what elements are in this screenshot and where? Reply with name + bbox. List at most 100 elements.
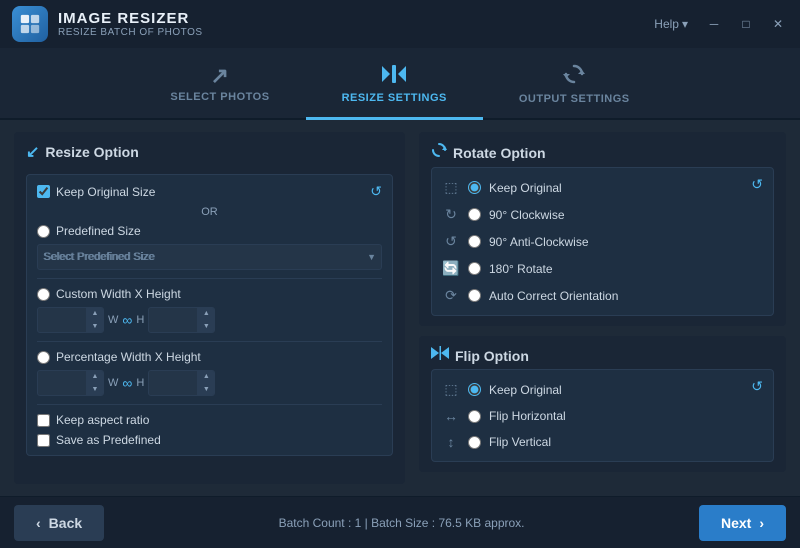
title-text-group: IMAGE RESIZER RESIZE BATCH OF PHOTOS — [58, 10, 203, 38]
rotate-options-box: ⬚ Keep Original ↻ 90° Clockwise ↺ — [431, 167, 774, 316]
maximize-button[interactable]: □ — [732, 10, 760, 38]
w-label: W — [108, 314, 118, 326]
rotate-keep-original-radio[interactable] — [468, 181, 481, 194]
custom-wh-inputs: 864 ▲ ▼ W ∞ H 490 ▲ ▼ — [37, 307, 382, 333]
resize-reset-button[interactable]: ↺ — [370, 183, 382, 200]
keep-original-row: Keep Original Size ↺ — [37, 183, 382, 200]
rotate-90acw-radio[interactable] — [468, 235, 481, 248]
refresh-icon-svg — [563, 63, 585, 85]
close-button[interactable]: ✕ — [764, 10, 792, 38]
tab-output-settings[interactable]: OUTPUT SETTINGS — [483, 50, 666, 120]
title-bar: IMAGE RESIZER RESIZE BATCH OF PHOTOS Hel… — [0, 0, 800, 48]
tab-output-settings-label: OUTPUT SETTINGS — [519, 93, 630, 105]
width-increment[interactable]: ▲ — [87, 307, 103, 320]
percentage-wh-radio[interactable] — [37, 351, 50, 364]
flip-vertical-row[interactable]: ↕ Flip Vertical — [442, 431, 751, 453]
percent-height-increment[interactable]: ▲ — [198, 370, 214, 383]
width-input-wrap: 864 ▲ ▼ — [37, 307, 104, 333]
resize-icon-svg — [382, 64, 406, 84]
custom-wh-radio-row[interactable]: Custom Width X Height — [37, 287, 382, 301]
percent-height-decrement[interactable]: ▼ — [198, 383, 214, 396]
height-input-wrap: 490 ▲ ▼ — [148, 307, 215, 333]
predefined-size-select-wrapper[interactable]: Select Predefined Size Select Predefined… — [37, 244, 382, 270]
tabs-bar: ↗ SELECT PHOTOS RESIZE SETTINGS OUTPUT S… — [0, 48, 800, 120]
predefined-size-select[interactable]: Select Predefined Size — [37, 244, 382, 270]
flip-keep-original-row[interactable]: ⬚ Keep Original — [442, 378, 751, 401]
rotate-keep-original-row[interactable]: ⬚ Keep Original — [442, 176, 751, 199]
keep-aspect-ratio-label[interactable]: Keep aspect ratio — [37, 413, 382, 427]
back-button[interactable]: ‹ Back — [14, 505, 104, 541]
percent-width-spinners: ▲ ▼ — [86, 370, 103, 396]
rotate-reset-button[interactable]: ↺ — [751, 176, 763, 193]
divider-2 — [37, 341, 382, 342]
predefined-size-radio[interactable] — [37, 225, 50, 238]
link-icon: ∞ — [122, 312, 132, 328]
rotate-radio-group: ⬚ Keep Original ↻ 90° Clockwise ↺ — [442, 176, 751, 307]
width-decrement[interactable]: ▼ — [87, 320, 103, 333]
percent-width-input[interactable]: 100 — [38, 377, 86, 389]
divider-1 — [37, 278, 382, 279]
flip-horizontal-row[interactable]: ↔ Flip Horizontal — [442, 405, 751, 427]
percent-height-wrap: 100 ▲ ▼ — [148, 370, 215, 396]
rotate-180-label: 180° Rotate — [489, 262, 553, 276]
percent-height-input[interactable]: 100 — [149, 377, 197, 389]
tab-resize-settings[interactable]: RESIZE SETTINGS — [306, 50, 483, 120]
next-button[interactable]: Next › — [699, 505, 786, 541]
flip-options-box: ⬚ Keep Original ↔ Flip Horizontal ↕ — [431, 369, 774, 462]
height-decrement[interactable]: ▼ — [198, 320, 214, 333]
flip-horizontal-label: Flip Horizontal — [489, 409, 566, 423]
flip-keep-original-label: Keep Original — [489, 383, 562, 397]
percent-width-increment[interactable]: ▲ — [87, 370, 103, 383]
percent-width-decrement[interactable]: ▼ — [87, 383, 103, 396]
percentage-wh-radio-row[interactable]: Percentage Width X Height — [37, 350, 382, 364]
back-chevron-icon: ‹ — [36, 515, 41, 531]
flip-reset-button[interactable]: ↺ — [751, 378, 763, 395]
predefined-size-radio-row[interactable]: Predefined Size — [37, 224, 382, 238]
height-increment[interactable]: ▲ — [198, 307, 214, 320]
h-label: H — [136, 314, 144, 326]
rotate-180-row[interactable]: 🔄 180° Rotate — [442, 257, 751, 280]
rotate-icon — [431, 142, 447, 158]
auto-correct-row[interactable]: ⟳ Auto Correct Orientation — [442, 284, 751, 307]
save-as-predefined-label[interactable]: Save as Predefined — [37, 433, 382, 447]
minimize-button[interactable]: ─ — [700, 10, 728, 38]
keep-original-size-label[interactable]: Keep Original Size — [37, 185, 155, 199]
percentage-inputs: 100 ▲ ▼ W ∞ H 100 ▲ ▼ — [37, 370, 382, 396]
flip-keep-icon: ⬚ — [442, 381, 460, 398]
width-spinners: ▲ ▼ — [86, 307, 103, 333]
flip-vertical-radio[interactable] — [468, 436, 481, 449]
save-as-predefined-checkbox[interactable] — [37, 434, 50, 447]
rotate-180-radio[interactable] — [468, 262, 481, 275]
flip-title: Flip Option — [431, 346, 774, 365]
flip-keep-original-radio[interactable] — [468, 383, 481, 396]
flip-h-icon: ↔ — [442, 408, 460, 424]
custom-wh-radio[interactable] — [37, 288, 50, 301]
rotate-90acw-row[interactable]: ↺ 90° Anti-Clockwise — [442, 230, 751, 253]
select-photos-icon: ↗ — [210, 65, 229, 87]
next-chevron-icon: › — [759, 515, 764, 531]
auto-correct-label: Auto Correct Orientation — [489, 289, 618, 303]
logo-icon — [19, 13, 41, 35]
keep-aspect-ratio-checkbox[interactable] — [37, 414, 50, 427]
width-input[interactable]: 864 — [38, 314, 86, 326]
bottom-bar: ‹ Back Batch Count : 1 | Batch Size : 76… — [0, 496, 800, 548]
help-button[interactable]: Help ▾ — [654, 17, 688, 31]
flip-horizontal-radio[interactable] — [468, 410, 481, 423]
resize-settings-icon — [382, 64, 406, 88]
auto-correct-radio[interactable] — [468, 289, 481, 302]
rotate-90cw-radio[interactable] — [468, 208, 481, 221]
keep-original-size-checkbox[interactable] — [37, 185, 50, 198]
height-input[interactable]: 490 — [149, 314, 197, 326]
rotate-90cw-row[interactable]: ↻ 90° Clockwise — [442, 203, 751, 226]
tab-select-photos[interactable]: ↗ SELECT PHOTOS — [134, 50, 305, 120]
app-subtitle: RESIZE BATCH OF PHOTOS — [58, 27, 203, 38]
height-spinners: ▲ ▼ — [197, 307, 214, 333]
right-column: Rotate Option ⬚ Keep Original ↻ 90° Cloc — [419, 132, 786, 484]
rotate-90cw-icon: ↻ — [442, 206, 460, 223]
rotate-180-icon: 🔄 — [442, 260, 460, 277]
link-icon-2: ∞ — [122, 375, 132, 391]
rotate-title-icon — [431, 142, 447, 163]
resize-option-panel: ↙ Resize Option Keep Original Size ↺ OR … — [14, 132, 405, 484]
flip-vertical-label: Flip Vertical — [489, 435, 551, 449]
window-controls: Help ▾ ─ □ ✕ — [654, 0, 792, 48]
